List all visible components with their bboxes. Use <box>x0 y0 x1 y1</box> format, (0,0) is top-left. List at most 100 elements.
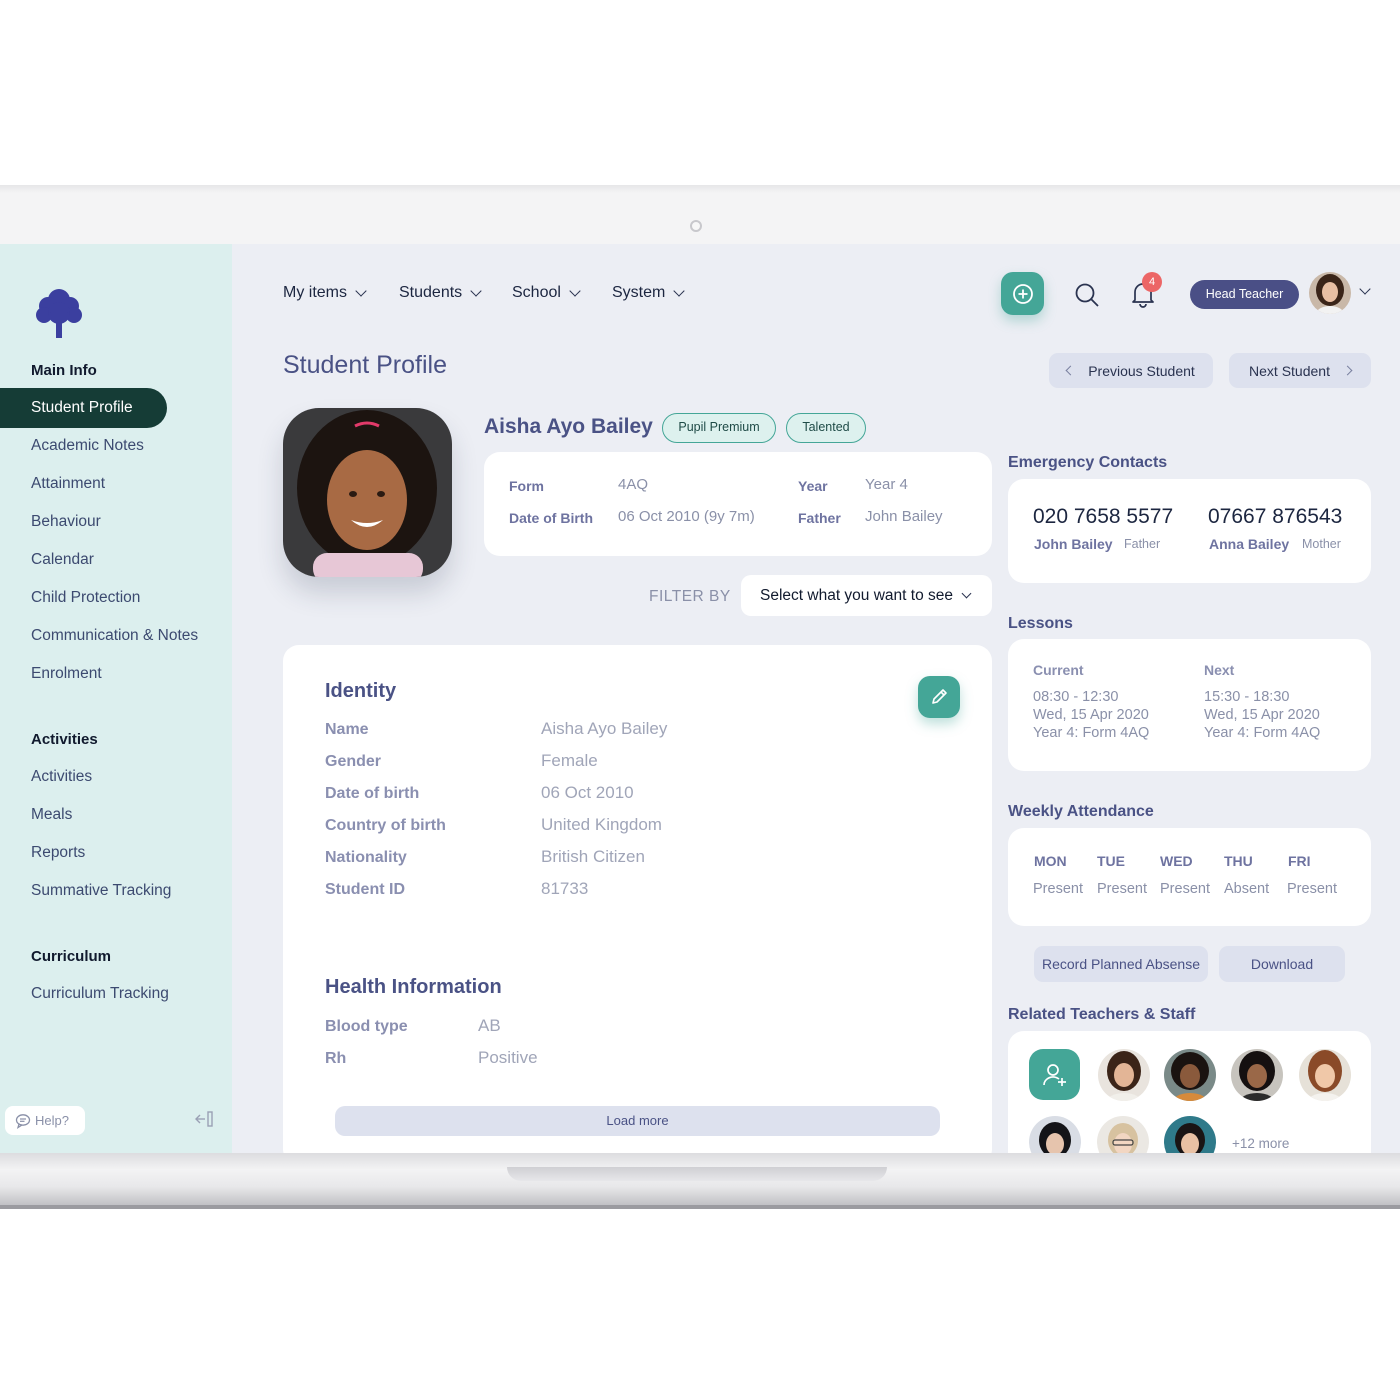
help-button[interactable]: Help? <box>5 1106 85 1135</box>
profile-menu-chevron-icon[interactable] <box>1359 283 1371 295</box>
attendance-day-wed: WED <box>1160 853 1193 869</box>
sidebar: Main Info Student Profile Academic Notes… <box>0 244 232 1153</box>
sidebar-item-communication-notes[interactable]: Communication & Notes <box>31 627 198 645</box>
lessons-card <box>1008 639 1371 771</box>
record-planned-absence-button[interactable]: Record Planned Absense <box>1034 946 1208 982</box>
chevron-down-icon <box>355 285 367 297</box>
chat-help-icon <box>15 1113 31 1129</box>
contact-phone-2[interactable]: 07667 876543 <box>1208 505 1342 529</box>
year-value: Year 4 <box>865 476 908 493</box>
tag-pupil-premium[interactable]: Pupil Premium <box>662 413 776 443</box>
emergency-contacts-card <box>1008 479 1371 583</box>
contact-relation-2: Mother <box>1302 537 1341 551</box>
staff-avatar[interactable] <box>1231 1049 1283 1101</box>
identity-dob-label: Date of birth <box>325 785 420 802</box>
dob-label: Date of Birth <box>509 510 593 526</box>
next-student-button[interactable]: Next Student <box>1229 353 1371 388</box>
lesson-current-label: Current <box>1033 662 1084 678</box>
sidebar-item-attainment[interactable]: Attainment <box>31 475 105 493</box>
plus-circle-icon <box>1012 283 1033 304</box>
tag-talented[interactable]: Talented <box>786 413 866 443</box>
staff-avatar[interactable] <box>1098 1049 1150 1101</box>
lesson-next-group: Year 4: Form 4AQ <box>1204 725 1321 741</box>
laptop-notch <box>507 1167 887 1181</box>
tree-logo-icon[interactable] <box>34 284 84 340</box>
laptop-base-edge <box>0 1205 1400 1209</box>
staff-avatar[interactable] <box>1299 1049 1351 1101</box>
sidebar-item-academic-notes[interactable]: Academic Notes <box>31 437 144 455</box>
collapse-sidebar-icon[interactable] <box>194 1110 214 1128</box>
download-button[interactable]: Download <box>1219 946 1345 982</box>
sidebar-heading-curriculum: Curriculum <box>31 948 112 965</box>
chevron-left-icon <box>1065 365 1076 376</box>
attendance-title: Weekly Attendance <box>1008 803 1154 820</box>
staff-avatar[interactable] <box>1164 1049 1216 1101</box>
add-staff-button[interactable] <box>1029 1049 1080 1100</box>
page-title: Student Profile <box>283 351 447 379</box>
sidebar-item-behaviour[interactable]: Behaviour <box>31 513 101 531</box>
nav-school[interactable]: School <box>512 284 581 302</box>
sidebar-item-activities[interactable]: Activities <box>31 768 92 786</box>
nav-system[interactable]: System <box>612 284 686 302</box>
sidebar-item-reports[interactable]: Reports <box>31 844 85 862</box>
load-more-button[interactable]: Load more <box>335 1106 940 1136</box>
health-title: Health Information <box>325 976 502 998</box>
father-label: Father <box>798 510 841 526</box>
nav-students[interactable]: Students <box>399 284 482 302</box>
camera-icon <box>690 220 702 232</box>
contact-phone-1[interactable]: 020 7658 5577 <box>1033 505 1173 529</box>
identity-dob-value: 06 Oct 2010 <box>541 783 634 802</box>
student-photo <box>283 408 452 577</box>
role-badge[interactable]: Head Teacher <box>1190 280 1299 309</box>
previous-student-label: Previous Student <box>1088 362 1195 379</box>
identity-title: Identity <box>325 680 397 702</box>
blood-type-value: AB <box>478 1016 501 1035</box>
chevron-down-icon <box>961 588 972 599</box>
more-staff-link[interactable]: +12 more <box>1232 1136 1289 1151</box>
sidebar-item-child-protection[interactable]: Child Protection <box>31 589 140 607</box>
add-button[interactable] <box>1001 272 1044 315</box>
sidebar-item-curriculum-tracking[interactable]: Curriculum Tracking <box>31 985 169 1003</box>
sidebar-item-student-profile[interactable]: Student Profile <box>0 388 167 428</box>
identity-gender-label: Gender <box>325 753 382 770</box>
pencil-icon <box>932 689 947 704</box>
contact-name-1: John Bailey <box>1034 536 1113 552</box>
sidebar-item-meals[interactable]: Meals <box>31 806 72 824</box>
identity-country-value: United Kingdom <box>541 815 662 834</box>
year-label: Year <box>798 478 828 494</box>
filter-label: FILTER BY <box>649 588 731 605</box>
attendance-day-thu: THU <box>1224 853 1253 869</box>
sidebar-heading-activities: Activities <box>31 731 98 748</box>
filter-select-value: Select what you want to see <box>760 586 954 604</box>
user-avatar[interactable] <box>1309 272 1351 314</box>
sidebar-item-summative-tracking[interactable]: Summative Tracking <box>31 882 171 900</box>
edit-button[interactable] <box>918 676 960 718</box>
form-value: 4AQ <box>618 476 649 493</box>
sidebar-item-enrolment[interactable]: Enrolment <box>31 665 102 683</box>
identity-country-label: Country of birth <box>325 817 446 834</box>
chevron-down-icon <box>470 285 482 297</box>
background-top <box>0 0 1400 186</box>
search-icon[interactable] <box>1074 282 1100 308</box>
blood-type-label: Blood type <box>325 1018 408 1035</box>
attendance-card <box>1008 828 1371 926</box>
add-user-icon <box>1042 1063 1066 1086</box>
filter-select[interactable]: Select what you want to see <box>741 575 992 616</box>
previous-student-button[interactable]: Previous Student <box>1049 353 1213 388</box>
lesson-next-label: Next <box>1204 662 1235 678</box>
lesson-current-date: Wed, 15 Apr 2020 <box>1033 707 1149 723</box>
lesson-current-group: Year 4: Form 4AQ <box>1033 725 1150 741</box>
related-staff-title: Related Teachers & Staff <box>1008 1006 1196 1023</box>
lesson-next-date: Wed, 15 Apr 2020 <box>1204 707 1320 723</box>
notification-badge: 4 <box>1142 272 1162 292</box>
nav-system-label: System <box>612 284 666 301</box>
form-label: Form <box>509 478 544 494</box>
attendance-status-wed: Present <box>1160 881 1210 897</box>
attendance-day-fri: FRI <box>1288 853 1311 869</box>
lessons-title: Lessons <box>1008 615 1073 632</box>
rh-label: Rh <box>325 1050 347 1067</box>
nav-my-items[interactable]: My items <box>283 284 367 302</box>
sidebar-heading-main-info: Main Info <box>31 362 97 379</box>
emergency-contacts-title: Emergency Contacts <box>1008 454 1168 471</box>
sidebar-item-calendar[interactable]: Calendar <box>31 551 94 569</box>
